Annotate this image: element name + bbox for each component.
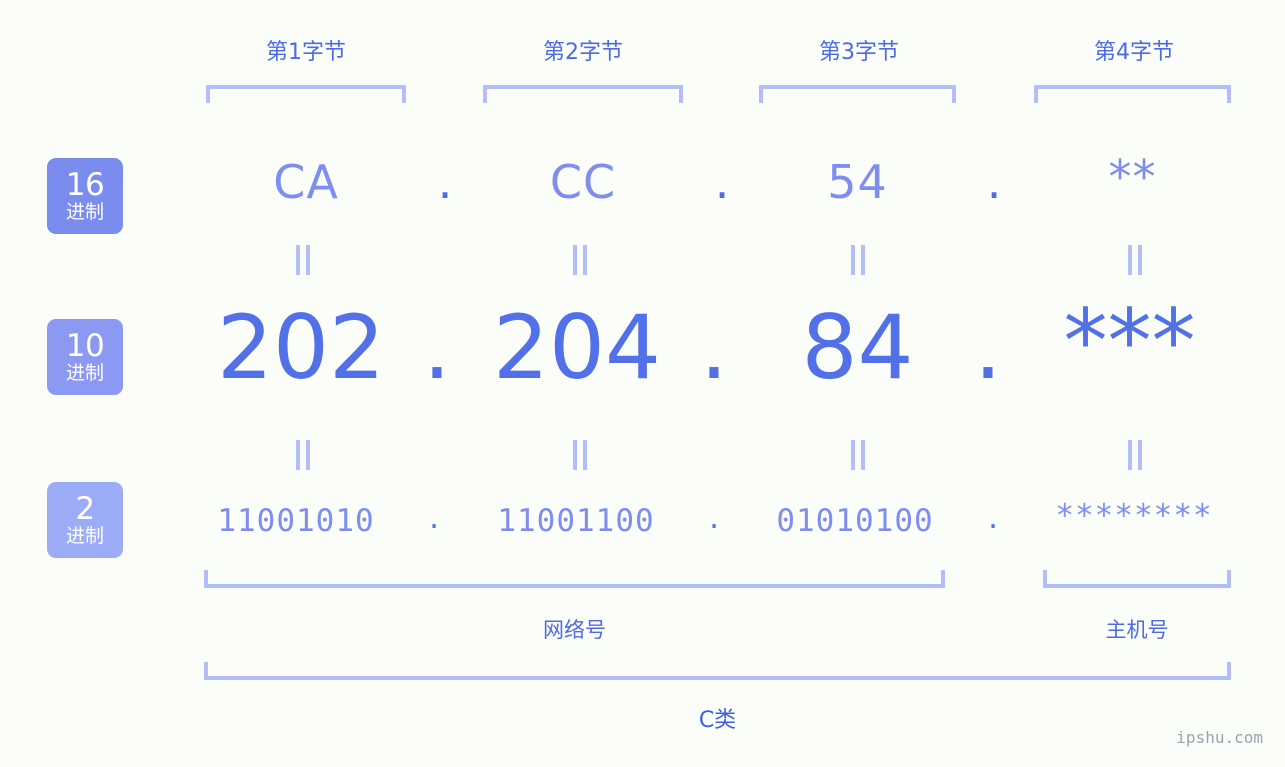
equals-mark-dec-bin-2 — [572, 440, 588, 470]
hex-separator-3: . — [986, 155, 1002, 209]
network-portion-bracket — [204, 570, 945, 588]
decimal-separator-1: . — [423, 296, 451, 399]
decimal-byte-3: 84 — [801, 296, 914, 399]
byte-bracket-1 — [206, 85, 406, 103]
equals-mark-dec-bin-3 — [850, 440, 866, 470]
network-portion-label: 网络号 — [543, 618, 606, 642]
byte-header-2: 第2字节 — [543, 40, 623, 65]
equals-mark-hex-dec-2 — [572, 245, 588, 275]
base-badge-hex-number: 16 — [65, 167, 105, 203]
decimal-separator-3: . — [974, 296, 1002, 399]
base-badge-decimal-number: 10 — [65, 328, 105, 364]
byte-bracket-3 — [759, 85, 956, 103]
host-portion-label: 主机号 — [1105, 618, 1169, 642]
byte-header-4: 第4字节 — [1094, 40, 1174, 65]
base-badge-binary-number: 2 — [75, 491, 95, 527]
base-badge-hex-unit: 进制 — [65, 201, 104, 223]
base-badge-decimal-unit: 进制 — [65, 362, 104, 384]
ip-class-label: C类 — [698, 708, 737, 733]
equals-mark-hex-dec-1 — [295, 245, 311, 275]
hex-byte-4: ** — [1108, 150, 1157, 204]
hex-byte-2: CC — [549, 155, 617, 209]
base-badge-decimal: 10 进制 — [47, 319, 123, 395]
hex-byte-1: CA — [273, 155, 339, 209]
equals-mark-dec-bin-1 — [295, 440, 311, 470]
binary-separator-2: . — [709, 500, 719, 536]
decimal-byte-1: 202 — [217, 296, 385, 399]
hex-byte-3: 54 — [827, 155, 888, 209]
byte-header-1: 第1字节 — [266, 40, 346, 65]
binary-byte-2: 11001100 — [497, 503, 655, 539]
ip-breakdown-diagram: 第1字节 第2字节 第3字节 第4字节 16 进制 10 进制 2 进制 CA … — [0, 0, 1285, 767]
equals-mark-hex-dec-3 — [850, 245, 866, 275]
site-watermark: ipshu.com — [1176, 728, 1263, 747]
decimal-byte-2: 204 — [493, 296, 661, 399]
equals-mark-hex-dec-4 — [1127, 245, 1143, 275]
byte-header-3: 第3字节 — [819, 40, 899, 65]
base-badge-binary-unit: 进制 — [65, 525, 104, 547]
byte-bracket-4 — [1034, 85, 1231, 103]
byte-bracket-2 — [483, 85, 683, 103]
host-portion-bracket — [1043, 570, 1231, 588]
ip-class-bracket — [204, 662, 1231, 680]
decimal-separator-2: . — [700, 296, 728, 399]
hex-separator-2: . — [714, 155, 730, 209]
binary-byte-3: 01010100 — [776, 503, 934, 539]
equals-mark-dec-bin-4 — [1127, 440, 1143, 470]
binary-separator-1: . — [429, 500, 439, 536]
binary-byte-1: 11001010 — [217, 503, 375, 539]
hex-separator-1: . — [437, 155, 453, 209]
binary-separator-3: . — [988, 500, 998, 536]
decimal-byte-4: *** — [1063, 290, 1196, 393]
base-badge-hex: 16 进制 — [47, 158, 123, 234]
binary-byte-4: ******** — [1055, 498, 1213, 534]
base-badge-binary: 2 进制 — [47, 482, 123, 558]
